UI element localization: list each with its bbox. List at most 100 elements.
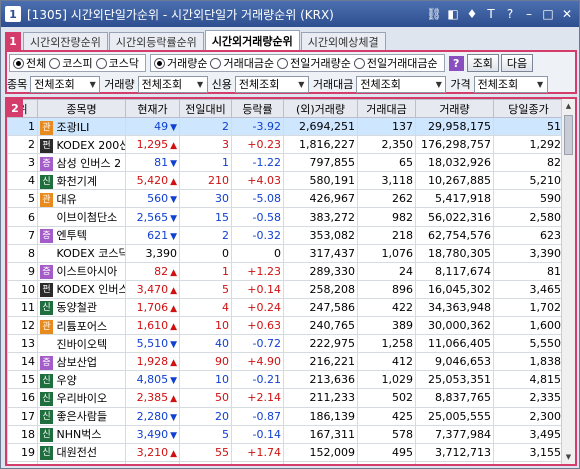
name-cell[interactable]: 펀 KODEX 200선물 [37, 135, 126, 155]
amount-cell: 495 [357, 442, 416, 462]
table-row[interactable]: 4신 화천기계 5,420 ▲ 210 +4.03 580,191 3,118 10,267,… [7, 171, 564, 191]
name-cell[interactable]: 진바이오텍 [37, 334, 126, 354]
name-cell[interactable]: 관 대유 [37, 189, 126, 209]
table-row[interactable]: 3증 삼성 인버스 2 81 ▼ 1 -1.22 797,855 65 18,032,926 8… [7, 153, 564, 173]
sector-select[interactable]: 전체조회 ▼ [30, 75, 101, 93]
table-row[interactable]: 7증 엔투텍 621 ▼ 2 -0.32 353,082 218 62,754,576 623 [7, 225, 564, 245]
volume-select[interactable]: 전체조회 ▼ [137, 75, 208, 93]
radio-all[interactable]: 전체 [13, 55, 46, 71]
name-cell[interactable]: 증 삼성 인버스 2 [37, 153, 126, 173]
name-cell[interactable]: 관 조광ILI [37, 116, 126, 137]
stock-name: 대유 [56, 192, 77, 206]
stock-flag-badge: 신 [40, 446, 53, 461]
stock-flag-badge: 증 [40, 265, 53, 280]
name-cell[interactable]: 신 우양 [37, 370, 126, 390]
text-size-icon[interactable]: T [483, 5, 499, 22]
stock-name: 조광ILI [56, 120, 90, 134]
next-button[interactable]: 다음 [500, 54, 534, 72]
name-cell[interactable]: KODEX 코스닥1 [37, 243, 126, 263]
rate-cell: +2.14 [231, 388, 284, 408]
link-icon[interactable]: ⛓ [426, 5, 442, 22]
radio-volume-order[interactable]: 거래량순 [154, 55, 207, 71]
radio-prev-volume-order[interactable]: 전일거래량순 [277, 55, 351, 71]
name-cell[interactable]: 신 화천기계 [37, 171, 126, 191]
volume-cell: 11,066,405 [415, 334, 494, 354]
foreign-volume-cell: 222,975 [283, 334, 358, 354]
stock-flag-badge: 펀 [40, 283, 53, 298]
scroll-thumb[interactable] [564, 115, 573, 155]
foreign-volume-cell: 167,311 [283, 424, 358, 444]
maximize-icon[interactable]: □ [540, 5, 556, 22]
pin-icon[interactable]: ♦ [464, 5, 480, 22]
search-button[interactable]: 조회 [466, 54, 499, 72]
stock-flag-badge: 관 [40, 120, 53, 135]
radio-indicator [13, 57, 24, 69]
radio-kosdaq[interactable]: 코스닥 [95, 55, 139, 71]
help-button[interactable]: ? [448, 55, 464, 71]
name-cell[interactable]: 증 엔투텍 [37, 225, 126, 245]
table-row[interactable]: 20신 KT지니뮤직2,160▼5-0.23152,84932911,097,7… [7, 460, 564, 466]
amount-select[interactable]: 전체조회 ▼ [356, 75, 447, 93]
name-cell[interactable]: 신 NHN벅스 [37, 424, 126, 444]
table-row[interactable]: 18 신 NHN벅스 3,490 ▼ 5 -0.14 167,311 578 7,377,984… [7, 424, 564, 444]
volume-cell: 25,053,351 [415, 370, 494, 390]
col-close[interactable]: 당일종가 [493, 99, 564, 118]
table-row[interactable]: 14 증 삼보산업 1,928 ▲ 90 +4.90 216,221 412 9,046,653… [7, 352, 564, 372]
name-cell[interactable]: 신 대원전선 [37, 442, 126, 462]
col-amount[interactable]: 거래대금 [357, 99, 416, 118]
table-row[interactable]: 16 신 우리바이오 2,385 ▲ 50 +2.14 211,233 502 8,837,76… [7, 388, 564, 408]
credit-select[interactable]: 전체조회 ▼ [234, 75, 309, 93]
help-icon[interactable]: ? [502, 5, 518, 22]
table-row[interactable]: 2펀 KODEX 200선물1,295▲3+0.231,816,2272,350… [7, 135, 564, 155]
price-cell: 2,385 ▲ [125, 388, 180, 408]
minimize-icon[interactable]: – [521, 5, 537, 22]
color-icon[interactable]: ◧ [445, 5, 461, 22]
tab-overtime-remaining[interactable]: 시간외잔량순위 [23, 32, 108, 50]
scroll-down-icon[interactable]: ▼ [562, 450, 575, 464]
table-row[interactable]: 19 신 대원전선 3,210 ▲ 55 +1.74 152,009 495 3,712,713… [7, 442, 564, 462]
col-foreign-volume[interactable]: (외)거래량 [283, 99, 358, 118]
name-cell[interactable]: 관 리튬포어스 [37, 316, 126, 336]
table-row[interactable]: 1관 조광ILI 49 ▼ 2 -3.92 2,694,251 137 29,958,175 5… [7, 116, 564, 137]
section-2-badge: 2 [7, 99, 23, 117]
name-cell[interactable]: 증 이스트아시아 [37, 261, 126, 281]
col-rate[interactable]: 등락률 [231, 99, 284, 118]
radio-prev-amount-order[interactable]: 전일거래대금순 [353, 55, 438, 71]
foreign-volume-cell: 216,221 [283, 352, 358, 372]
name-cell[interactable]: 신 KT지니뮤직 [37, 460, 126, 466]
name-cell[interactable]: 신 좋은사람들 [37, 406, 126, 426]
foreign-volume-cell: 152,849 [283, 460, 358, 464]
foreign-volume-cell: 580,191 [283, 171, 358, 191]
radio-amount-order[interactable]: 거래대금순 [210, 55, 274, 71]
tab-overtime-rate[interactable]: 시간외등락률순위 [108, 32, 204, 50]
col-volume[interactable]: 거래량 [415, 99, 494, 118]
col-name[interactable]: 종목명 [37, 99, 126, 118]
table-row[interactable]: 11 신 동양철관 1,706 ▲ 4 +0.24 247,586 422 34,363,948… [7, 297, 564, 318]
col-price[interactable]: 현재가 [125, 99, 180, 118]
name-cell[interactable]: 신 우리바이오 [37, 388, 126, 408]
table-row[interactable]: 13 진바이오텍 5,510 ▼ 40 -0.72 222,975 1,258 11,066,… [7, 334, 564, 354]
table-row[interactable]: 17 신 좋은사람들 2,280 ▼ 20 -0.87 186,139 425 25,005,5… [7, 406, 564, 426]
table-row[interactable]: 8 KODEX 코스닥13,39000317,4371,07618,780,30… [7, 243, 564, 263]
table-row[interactable]: 10 펀 KODEX 인버스 3,470 ▲ 5 +0.14 258,208 896 16,04… [7, 279, 564, 299]
price-cell: 5,510 ▼ [125, 334, 180, 354]
tab-overtime-volume[interactable]: 시간외거래량순위 [204, 30, 300, 50]
table-row[interactable]: 5관 대유 560 ▼ 30 -5.08 426,967 262 5,417,918 590 [7, 189, 564, 209]
table-row[interactable]: 12 관 리튬포어스 1,610 ▲ 10 +0.63 240,765 389 30,000,3… [7, 316, 564, 336]
name-cell[interactable]: 이브이첨단소 [37, 207, 126, 227]
name-cell[interactable]: 신 동양철관 [37, 297, 126, 318]
table-row[interactable]: 9증 이스트아시아 82 ▲ 1 +1.23 289,330 24 8,117,674 81 [7, 261, 564, 281]
table-row[interactable]: 15 신 우양 4,805 ▼ 10 -0.21 213,636 1,029 25,053,35… [7, 370, 564, 390]
close-icon[interactable]: ✕ [559, 5, 575, 22]
name-cell[interactable]: 펀 KODEX 인버스 [37, 279, 126, 299]
radio-indicator [353, 57, 365, 69]
tab-overtime-expected[interactable]: 시간외예상체결 [300, 32, 386, 50]
scroll-up-icon[interactable]: ▲ [562, 99, 575, 113]
vertical-scrollbar[interactable]: ▲ ▼ [561, 99, 575, 464]
price-select[interactable]: 전체조회 ▼ [473, 75, 548, 93]
radio-kospi[interactable]: 코스피 [49, 55, 93, 71]
name-cell[interactable]: 증 삼보산업 [37, 352, 126, 372]
col-change[interactable]: 전일대비 [179, 99, 232, 118]
stock-name: KT지니뮤직 [57, 464, 111, 466]
table-row[interactable]: 6 이브이첨단소 2,565 ▼ 15 -0.58 383,272 982 56,022,31… [7, 207, 564, 227]
